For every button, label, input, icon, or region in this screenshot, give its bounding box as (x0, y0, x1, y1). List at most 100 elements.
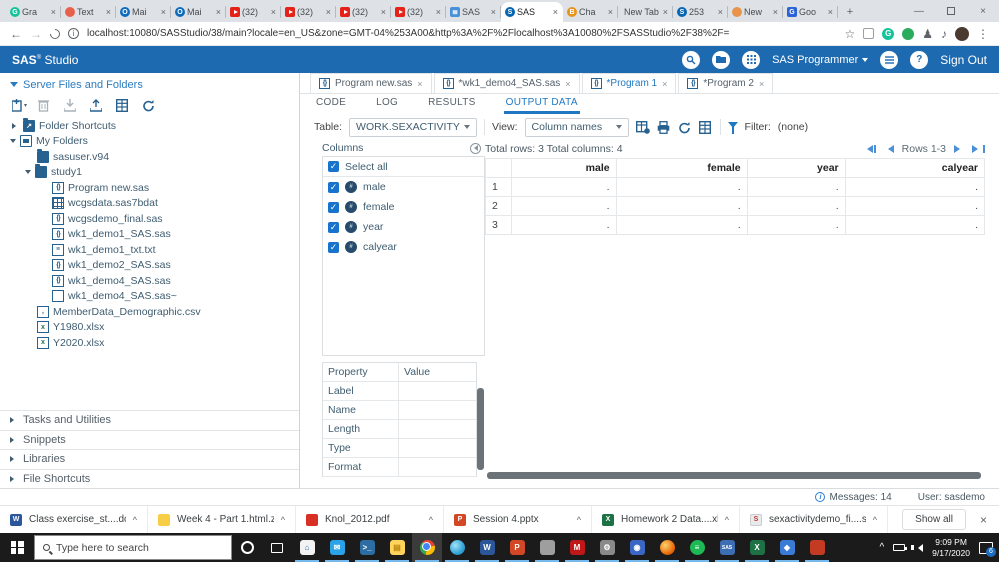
tab-close-icon[interactable]: × (662, 79, 667, 89)
download-item[interactable]: W Class exercise_st....docx ^ (0, 506, 148, 533)
word-taskbar-button[interactable]: W (472, 533, 502, 562)
grammarly-extension-icon[interactable]: G (882, 27, 895, 40)
table-view-icon[interactable] (116, 99, 130, 112)
collapse-panel-icon[interactable] (470, 142, 481, 154)
delete-icon[interactable] (38, 99, 52, 112)
data-cell[interactable]: . (615, 177, 748, 197)
role-selector[interactable]: SAS Programmer (772, 54, 869, 66)
data-cell[interactable]: . (746, 196, 846, 216)
tree-item[interactable]: Y1980.xlsx (0, 320, 299, 336)
browser-tab[interactable]: Text × (61, 2, 116, 22)
back-icon[interactable]: ← (10, 27, 22, 41)
data-cell[interactable]: . (511, 177, 617, 197)
column-header[interactable]: year (746, 158, 846, 178)
download-expand-icon[interactable]: ^ (873, 515, 877, 525)
table-select[interactable]: WORK.SEXACTIVITY (349, 117, 478, 137)
tab-close-icon[interactable]: × (759, 79, 764, 89)
powerpoint-taskbar-button[interactable]: P (502, 533, 532, 562)
search-icon[interactable] (682, 50, 701, 69)
help-icon[interactable]: ? (910, 50, 929, 69)
microsoft-store-taskbar-button[interactable]: ⌂ (292, 533, 322, 562)
menu-icon[interactable] (880, 50, 899, 69)
horizontal-scrollbar[interactable] (487, 472, 981, 479)
chrome-taskbar-button[interactable] (412, 533, 442, 562)
tree-item[interactable]: study1 (0, 164, 299, 181)
side-panel-icon[interactable] (863, 28, 875, 39)
tree-item[interactable]: wcgsdemo_final.sas (0, 211, 299, 227)
download-expand-icon[interactable]: ^ (429, 515, 433, 525)
excel-taskbar-button[interactable]: X (742, 533, 772, 562)
minimize-button[interactable]: — (903, 0, 935, 22)
document-tab[interactable]: Program new.sas × (310, 73, 432, 93)
new-file-icon[interactable] (12, 99, 27, 112)
spotify-taskbar-button[interactable]: ≡ (682, 533, 712, 562)
tree-item[interactable]: MemberData_Demographic.csv (0, 304, 299, 320)
tab-close-icon[interactable]: × (215, 7, 222, 17)
tab-code[interactable]: CODE (314, 94, 348, 114)
browser-tab[interactable]: S SAS × (501, 2, 563, 22)
browser-tab[interactable]: (32) × (226, 2, 281, 22)
data-cell[interactable]: . (511, 196, 617, 216)
browser-tab[interactable]: G Goo × (783, 2, 838, 22)
cortana-button[interactable] (232, 533, 262, 562)
tree-caret-icon[interactable] (25, 170, 31, 177)
action-center-icon[interactable]: 6 (979, 541, 996, 557)
tree-item[interactable]: Folder Shortcuts (0, 117, 299, 134)
checkbox-checked-icon[interactable]: ✓ (328, 161, 339, 172)
settings-taskbar-button[interactable]: ⚙ (592, 533, 622, 562)
data-cell[interactable]: . (844, 215, 986, 235)
sas-app-taskbar-button[interactable]: SAS (712, 533, 742, 562)
print-icon[interactable] (657, 120, 671, 134)
document-tab[interactable]: *wk1_demo4_SAS.sas × (433, 73, 580, 93)
column-row[interactable]: ✓ # calyear (323, 237, 484, 257)
checkbox-checked-icon[interactable]: ✓ (328, 181, 339, 193)
refresh-icon[interactable] (142, 99, 156, 112)
download-icon[interactable] (64, 99, 78, 112)
vertical-scrollbar[interactable] (477, 388, 484, 470)
tree-item[interactable]: wk1_demo4_SAS.sas~ (0, 289, 299, 305)
green-extension-icon[interactable] (902, 27, 915, 40)
open-folder-icon[interactable] (712, 50, 731, 69)
mail-taskbar-button[interactable]: ✉ (322, 533, 352, 562)
tree-item[interactable]: wk1_demo2_SAS.sas (0, 258, 299, 274)
url-field[interactable]: localhost:10080/SASStudio/38/main?locale… (87, 28, 836, 39)
tab-close-icon[interactable]: × (160, 7, 167, 17)
download-item[interactable]: P Session 4.pptx ^ (444, 506, 592, 533)
refresh-data-icon[interactable] (678, 121, 692, 134)
tab-close-icon[interactable]: × (380, 7, 387, 17)
chrome-menu-icon[interactable]: ⋮ (977, 27, 989, 41)
browser-tab[interactable]: ≣ SAS × (446, 2, 501, 22)
file-explorer-taskbar-button[interactable]: ▤ (382, 533, 412, 562)
tab-close-icon[interactable]: × (772, 7, 779, 17)
tool-taskbar-button[interactable] (532, 533, 562, 562)
download-expand-icon[interactable]: ^ (577, 515, 581, 525)
task-view-button[interactable] (262, 533, 292, 562)
next-page-icon[interactable] (954, 145, 964, 153)
tree-item[interactable]: sasuser.v94 (0, 148, 299, 165)
tree-item[interactable]: Y2020.xlsx (0, 335, 299, 351)
browser-tab[interactable]: (32) × (281, 2, 336, 22)
column-row[interactable]: ✓ # year (323, 217, 484, 237)
data-cell[interactable]: . (615, 196, 748, 216)
tab-close-icon[interactable]: × (552, 7, 559, 17)
tab-close-icon[interactable]: × (607, 7, 614, 17)
select-all-row[interactable]: ✓ Select all (323, 157, 484, 177)
new-tab-button[interactable]: + (842, 4, 858, 20)
tab-close-icon[interactable]: × (325, 7, 332, 17)
checkbox-checked-icon[interactable]: ✓ (328, 221, 339, 233)
browser-tab[interactable]: S 253 × (673, 2, 728, 22)
column-header[interactable]: calyear (844, 158, 986, 178)
start-button[interactable] (0, 533, 34, 562)
tree-item[interactable]: wcgsdata.sas7bdat (0, 196, 299, 212)
download-expand-icon[interactable]: ^ (133, 515, 137, 525)
sidebar-section-snippets[interactable]: Snippets (0, 429, 299, 450)
tab-close-icon[interactable]: × (490, 7, 497, 17)
remote-app-taskbar-button[interactable]: ◉ (622, 533, 652, 562)
browser-tab[interactable]: (32) × (336, 2, 391, 22)
vmware-taskbar-button[interactable] (802, 533, 832, 562)
tab-close-icon[interactable]: × (50, 7, 57, 17)
data-cell[interactable]: . (746, 177, 846, 197)
browser-tab[interactable]: New Tab × (618, 2, 673, 22)
tab-log[interactable]: LOG (374, 94, 400, 114)
edge-taskbar-button[interactable] (442, 533, 472, 562)
